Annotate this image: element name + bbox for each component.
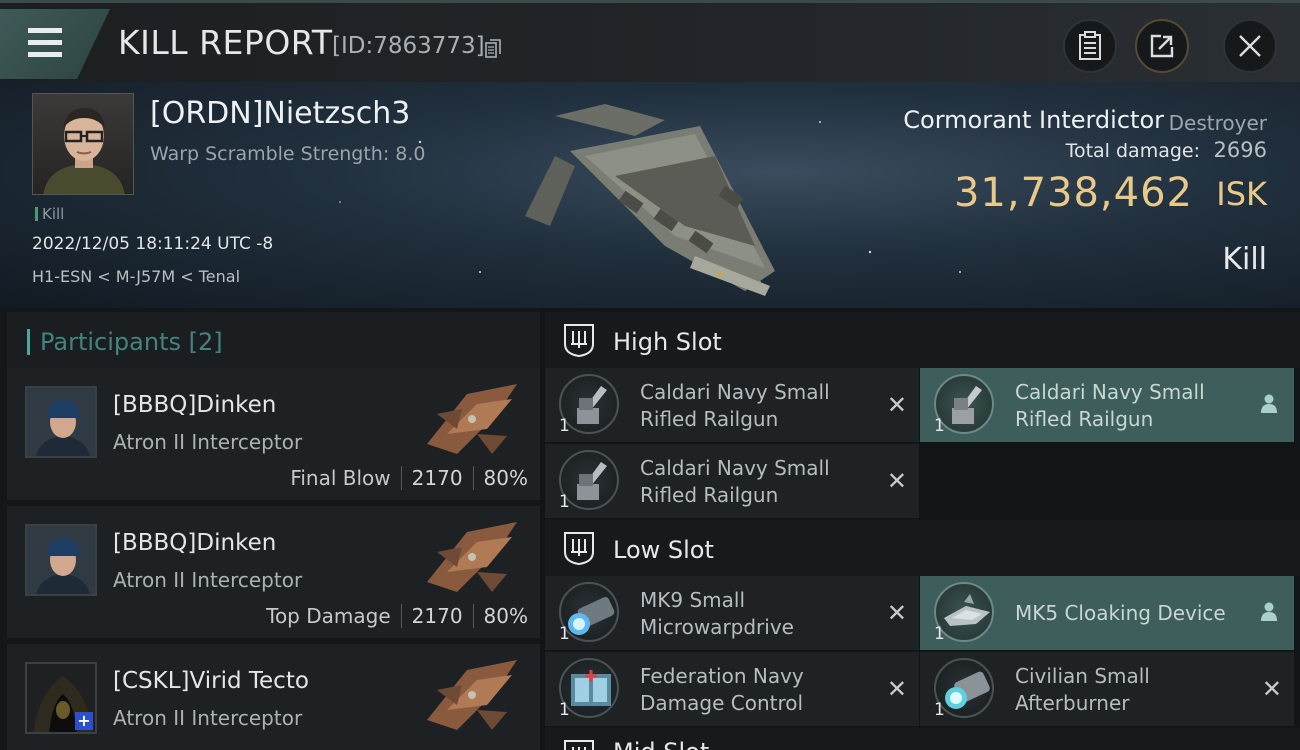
participant-ship: Atron II Interceptor xyxy=(113,706,303,730)
module-quantity: 1 xyxy=(559,492,570,512)
high-slot-label: High Slot xyxy=(613,328,722,356)
destroyed-x-icon: ✕ xyxy=(886,391,907,419)
destroyed-x-icon: ✕ xyxy=(886,675,907,703)
low-slot-header: Low Slot xyxy=(545,520,1300,576)
victim-pilot-name[interactable]: [ORDN]Nietzsch3 xyxy=(150,96,410,131)
victim-ship-name[interactable]: Cormorant Interdictor xyxy=(903,106,1164,134)
avatar xyxy=(25,524,97,596)
total-damage-value: 2696 xyxy=(1213,138,1267,162)
module-item[interactable]: 1 Civilian Small Afterburner ✕ xyxy=(920,652,1294,726)
report-id: [ID:7863773] xyxy=(332,33,485,59)
destroyed-x-icon: ✕ xyxy=(886,467,907,495)
top-bar: KILL REPORT [ID:7863773] xyxy=(0,0,1300,82)
victim-ship-image xyxy=(525,104,775,296)
module-name: Caldari Navy Small Rifled Railgun xyxy=(1015,380,1205,431)
user-icon xyxy=(1261,394,1277,413)
participant-percent: 80% xyxy=(483,604,528,628)
module-name: Federation Navy Damage Control xyxy=(640,664,804,715)
plus-badge-icon: + xyxy=(75,712,93,730)
module-item[interactable]: 1 Caldari Navy Small Rifled Railgun xyxy=(920,368,1294,442)
page-title: KILL REPORT xyxy=(118,23,333,62)
menu-button[interactable] xyxy=(0,9,110,79)
participant-damage: 2170 xyxy=(411,604,463,628)
module-name: MK9 Small Microwarpdrive xyxy=(640,588,794,639)
low-slot-label: Low Slot xyxy=(613,536,714,564)
participant-name[interactable]: [BBBQ]Dinken xyxy=(113,392,276,418)
participant-percent: 80% xyxy=(483,466,528,490)
participants-panel: Participants [2] [BBBQ]Dinken Atron II I… xyxy=(0,308,540,750)
participant-ship: Atron II Interceptor xyxy=(113,568,303,592)
participant-stats: Top Damage 2170 80% xyxy=(266,604,528,628)
module-quantity: 1 xyxy=(934,700,945,720)
slot-icon xyxy=(564,740,594,750)
copy-icon[interactable] xyxy=(485,39,501,59)
avatar: + xyxy=(25,662,97,734)
kill-tag: Kill xyxy=(35,205,64,223)
total-damage-label: Total damage: xyxy=(1065,140,1200,162)
module-name: Caldari Navy Small Rifled Railgun xyxy=(640,456,830,507)
module-quantity: 1 xyxy=(559,416,570,436)
share-button[interactable] xyxy=(1135,19,1189,73)
participant-row[interactable]: + [CSKL]Virid Tecto Atron II Interceptor xyxy=(7,644,540,750)
module-quantity: 1 xyxy=(934,416,945,436)
participant-role: Top Damage xyxy=(266,604,391,628)
victim-panel: [ORDN]Nietzsch3 Warp Scramble Strength: … xyxy=(0,82,1300,308)
isk-unit: ISK xyxy=(1216,175,1267,213)
participant-ship-image xyxy=(427,660,517,730)
destroyed-x-icon: ✕ xyxy=(886,599,907,627)
module-item[interactable]: 1 Caldari Navy Small Rifled Railgun ✕ xyxy=(545,444,919,518)
avatar xyxy=(25,386,97,458)
user-icon xyxy=(1261,602,1277,621)
participant-name[interactable]: [CSKL]Virid Tecto xyxy=(113,668,309,694)
clipboard-icon xyxy=(1079,31,1101,60)
destroyed-x-icon: ✕ xyxy=(1261,675,1282,703)
participant-row[interactable]: [BBBQ]Dinken Atron II Interceptor Final … xyxy=(7,368,540,500)
divider xyxy=(400,466,402,490)
participant-name[interactable]: [BBBQ]Dinken xyxy=(113,530,276,556)
module-name: Civilian Small Afterburner xyxy=(1015,664,1150,715)
participant-damage: 2170 xyxy=(411,466,463,490)
clipboard-button[interactable] xyxy=(1063,19,1117,73)
victim-portrait[interactable] xyxy=(32,93,134,195)
high-slot-header: High Slot xyxy=(545,312,1300,368)
kill-location[interactable]: H1-ESN < M-J57M < Tenal xyxy=(32,267,240,286)
victim-ship-class: Destroyer xyxy=(1168,111,1267,135)
participants-header: Participants [2] xyxy=(7,312,540,370)
participant-row[interactable]: [BBBQ]Dinken Atron II Interceptor Top Da… xyxy=(7,506,540,638)
module-quantity: 1 xyxy=(559,624,570,644)
portrait-image xyxy=(43,108,125,194)
module-name: MK5 Cloaking Device xyxy=(1015,601,1226,625)
module-item[interactable]: 1 Caldari Navy Small Rifled Railgun ✕ xyxy=(545,368,919,442)
warp-scramble-strength: Warp Scramble Strength: 8.0 xyxy=(150,143,426,165)
mid-slot-label: Mid Slot xyxy=(613,738,709,750)
participants-title: Participants [2] xyxy=(40,328,223,356)
kill-datetime: 2022/12/05 18:11:24 UTC -8 xyxy=(32,234,274,254)
kill-type: Kill xyxy=(1222,242,1267,277)
module-name: Caldari Navy Small Rifled Railgun xyxy=(640,380,830,431)
module-item[interactable]: 1 Federation Navy Damage Control ✕ xyxy=(545,652,919,726)
divider xyxy=(400,604,402,628)
mid-slot-header: Mid Slot xyxy=(545,728,1300,750)
participant-ship: Atron II Interceptor xyxy=(113,430,303,454)
participant-role: Final Blow xyxy=(290,466,391,490)
divider xyxy=(472,466,474,490)
module-quantity: 1 xyxy=(559,700,570,720)
fitting-panel: High Slot 1 Caldari Navy Small Rifled Ra… xyxy=(540,308,1300,750)
slot-icon xyxy=(564,324,594,358)
module-item[interactable]: 1 MK5 Cloaking Device xyxy=(920,576,1294,650)
module-item[interactable]: 1 MK9 Small Microwarpdrive ✕ xyxy=(545,576,919,650)
close-icon xyxy=(1239,35,1261,57)
participant-ship-image xyxy=(427,522,517,592)
slot-icon xyxy=(564,532,594,566)
participant-ship-image xyxy=(427,384,517,454)
module-quantity: 1 xyxy=(934,624,945,644)
share-icon xyxy=(1150,34,1174,58)
divider xyxy=(472,604,474,628)
participant-stats: Final Blow 2170 80% xyxy=(290,466,528,490)
isk-value: 31,738,462 xyxy=(953,170,1193,216)
close-button[interactable] xyxy=(1223,19,1277,73)
